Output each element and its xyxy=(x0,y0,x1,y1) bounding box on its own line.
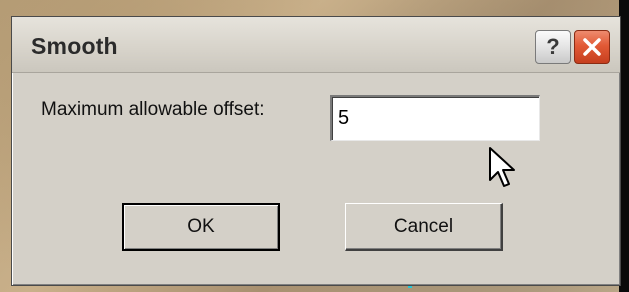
mouse-pointer-icon xyxy=(489,147,515,187)
ok-button[interactable]: OK xyxy=(122,203,280,251)
close-button[interactable] xyxy=(574,30,610,64)
cancel-button[interactable]: Cancel xyxy=(345,203,503,251)
close-icon xyxy=(583,38,601,56)
help-icon: ? xyxy=(546,34,560,59)
dialog-titlebar[interactable]: Smooth ? xyxy=(12,17,620,73)
help-button[interactable]: ? xyxy=(535,30,571,64)
smooth-dialog: Smooth ? Maximum allowable offset: OK Ca… xyxy=(11,16,621,286)
offset-label: Maximum allowable offset: xyxy=(41,99,265,120)
ok-button-label: OK xyxy=(187,216,215,237)
offset-input[interactable] xyxy=(330,95,540,141)
cancel-button-label: Cancel xyxy=(393,215,454,237)
dialog-title: Smooth xyxy=(31,33,118,59)
